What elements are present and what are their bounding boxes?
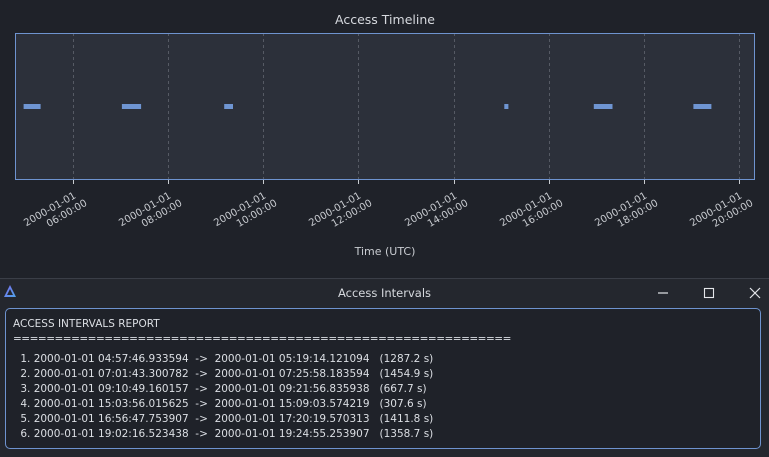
report-row: 3. 2000-01-01 09:10:49.160157 -> 2000-01… [17, 383, 427, 395]
minimize-icon [658, 292, 668, 294]
window-titlebar[interactable]: Access Intervals [0, 279, 769, 306]
minimize-button[interactable] [646, 281, 680, 305]
x-tick-label: 2000-01-0112:00:00 [307, 191, 374, 230]
close-button[interactable] [738, 281, 769, 305]
close-icon [749, 287, 761, 299]
app-root: Access Timeline 2000-01-01 06:00:00 2000-0… [0, 0, 769, 457]
x-tick-label: 2000-01-0120:00:00 [688, 191, 755, 230]
interval-bar [121, 104, 142, 109]
interval-bar [593, 104, 613, 109]
interval-bar [504, 104, 509, 109]
report-row: 2. 2000-01-01 07:01:43.300782 -> 2000-01… [17, 368, 434, 380]
report-row: 1. 2000-01-01 04:57:46.933594 -> 2000-01… [17, 353, 434, 365]
report-row: 6. 2000-01-01 19:02:16.523438 -> 2000-01… [17, 428, 434, 440]
report-row: 4. 2000-01-01 15:03:56.015625 -> 2000-01… [17, 398, 427, 410]
report-rows: 1. 2000-01-01 04:57:46.933594 -> 2000-01… [13, 352, 753, 442]
maximize-button[interactable] [692, 281, 726, 305]
chart-title: Access Timeline [335, 12, 435, 27]
x-tick-label: 2000-01-0110:00:00 [212, 191, 279, 230]
interval-bar [23, 104, 41, 109]
x-tick-label: 2000-01-0108:00:00 [117, 191, 184, 230]
interval-bar [224, 104, 233, 109]
report-row: 5. 2000-01-01 16:56:47.753907 -> 2000-01… [17, 413, 434, 425]
x-tick-label: 2000-01-0118:00:00 [593, 191, 660, 230]
access-timeline-chart: Access Timeline 2000-01-01 06:00:00 2000-0… [0, 0, 769, 277]
report-separator: ========================================… [13, 333, 511, 345]
timeline-plot: Access Timeline 2000-01-0106:00:00 2000-0… [15, 12, 755, 258]
report-heading: ACCESS INTERVALS REPORT [13, 318, 160, 330]
access-intervals-window: Access Intervals ACCESS INTERVALS REPORT [0, 278, 769, 457]
interval-bar [693, 104, 712, 109]
x-tick-label: 2000-01-0106:00:00 [22, 191, 89, 230]
x-axis-label: Time (UTC) [354, 245, 416, 258]
x-axis-ticks: 2000-01-0106:00:00 2000-01-0108:00:00 2000… [22, 180, 755, 230]
maximize-icon [703, 287, 715, 299]
x-tick-label: 2000-01-0116:00:00 [498, 191, 565, 230]
report-text-area[interactable]: ACCESS INTERVALS REPORT ================… [5, 308, 761, 449]
x-tick-label: 2000-01-0114:00:00 [403, 191, 470, 230]
